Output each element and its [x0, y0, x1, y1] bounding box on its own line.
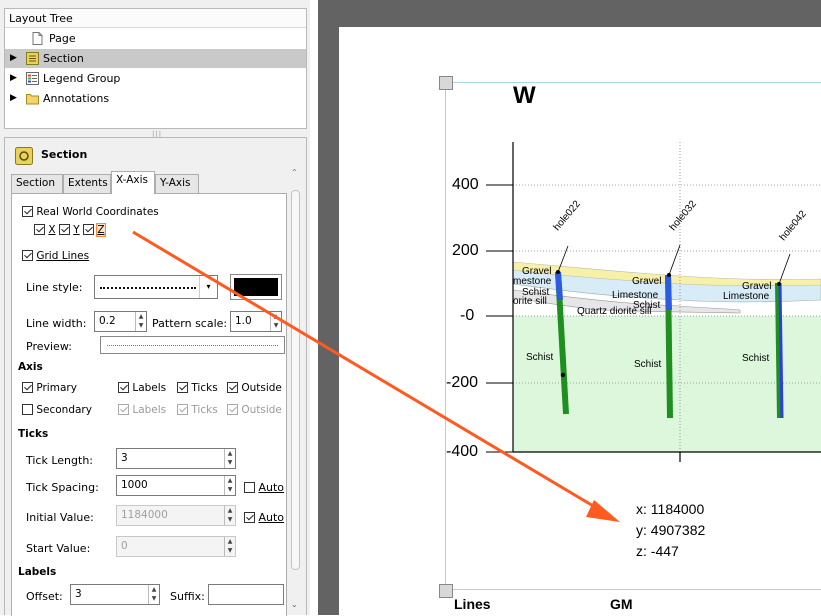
- legend-gm-label: GM: [610, 596, 633, 612]
- legend-lines-label: Lines: [454, 596, 491, 612]
- unit-label: Schist: [742, 353, 770, 364]
- unit-label: Quartz diorite sill: [577, 306, 652, 317]
- drillhole-hole032[interactable]: [665, 273, 673, 419]
- tab-x-axis[interactable]: X-Axis: [111, 171, 155, 194]
- coord-x: x: 1184000: [636, 501, 705, 517]
- unit-label: mestone: [513, 276, 552, 287]
- unit-label: orite sill: [513, 296, 547, 307]
- coord-z: z: -447: [636, 543, 679, 559]
- y-tick-label: -200: [446, 374, 479, 391]
- unit-label: Gravel: [632, 276, 662, 287]
- y-tick-label: -0: [460, 307, 475, 324]
- direction-label: W: [513, 82, 536, 109]
- y-ticks: [486, 184, 513, 453]
- unit-label: Limestone: [723, 291, 770, 302]
- y-tick-label: 400: [452, 176, 479, 193]
- drillhole-hole042[interactable]: [775, 282, 784, 419]
- y-tick-label: 200: [452, 242, 479, 259]
- coord-y: y: 4907382: [636, 522, 706, 538]
- unit-label: Schist: [634, 359, 662, 370]
- unit-label: Schist: [526, 352, 554, 363]
- y-tick-label: -400: [446, 443, 479, 460]
